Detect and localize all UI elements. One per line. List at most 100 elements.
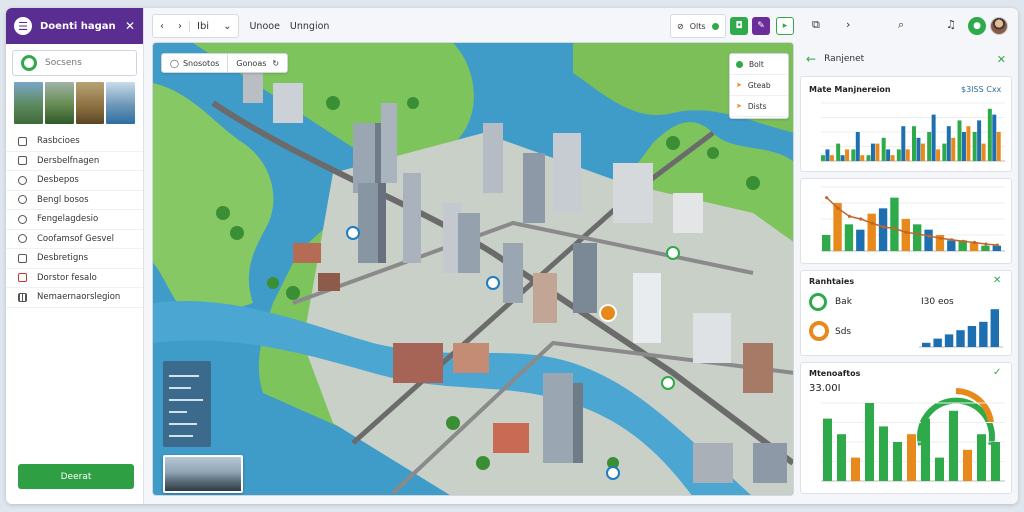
- chart-bar: [866, 155, 871, 161]
- chart-bar: [916, 137, 921, 161]
- chart-bar: [922, 342, 931, 347]
- map-search-b[interactable]: Gonoas ↻: [228, 59, 287, 68]
- chart-bar: [967, 326, 977, 347]
- close-icon[interactable]: ✕: [997, 53, 1006, 66]
- thumbnail-image[interactable]: [75, 82, 105, 124]
- sidebar-primary-button[interactable]: Deerat: [18, 464, 134, 489]
- chart-bar: [836, 143, 841, 161]
- sidebar-item-label: Desbretigns: [37, 253, 89, 264]
- map-layer-item[interactable]: ➤ Gteab: [730, 75, 788, 96]
- card-value: 33.00I: [809, 383, 841, 394]
- chart-point: [995, 243, 999, 247]
- sidebar-search-input[interactable]: [45, 58, 125, 68]
- chart-bar: [907, 434, 916, 481]
- tab-label[interactable]: Ibi: [189, 20, 216, 32]
- analytics-header: ← Ranjenet ✕: [800, 48, 1012, 70]
- sidebar-item[interactable]: Coofamsof Gesvel: [6, 230, 143, 249]
- card-title: Mtenoaftos: [809, 369, 861, 378]
- circle-icon: [18, 175, 27, 185]
- map-layer-item[interactable]: Bolt: [730, 54, 788, 75]
- bar-chart-1: [821, 102, 1005, 162]
- chart-bar: [893, 442, 902, 481]
- chart-card-3: Ranhtaies ✕ Bak Sds I30 eos: [800, 270, 1012, 356]
- frame-icon[interactable]: ⧉: [812, 18, 820, 32]
- avatar[interactable]: [990, 17, 1008, 35]
- chart-bar: [949, 410, 958, 481]
- city-map[interactable]: ◯ Snosotos Gonoas ↻ Bolt ➤ Gteab ➤ Dists: [152, 42, 794, 496]
- sidebar-item[interactable]: Dorstor fesalo: [6, 269, 143, 288]
- chart-bar: [931, 114, 936, 161]
- sidebar-item-label: Bengl bosos: [37, 194, 89, 205]
- chart-bar: [957, 120, 962, 161]
- map-mode-button[interactable]: ◘: [730, 17, 748, 35]
- chart-bar: [870, 143, 875, 161]
- chart-bar: [947, 240, 956, 251]
- card-title: Ranhtaies: [809, 277, 855, 286]
- chart-bar: [927, 132, 932, 161]
- chart-bar: [979, 321, 988, 347]
- play-button[interactable]: ▸: [776, 17, 794, 35]
- sidebar-item[interactable]: Fengelagdesio: [6, 210, 143, 230]
- chart-point: [916, 232, 920, 236]
- sidebar-item[interactable]: Desbepos: [6, 171, 143, 191]
- map-layer-item[interactable]: ➤ Dists: [730, 96, 788, 117]
- sidebar: ☰ Doenti hagan ✕ Rasbcioes Dersbelfnagen…: [6, 8, 144, 504]
- gauge-1: [809, 293, 827, 311]
- chart-point: [847, 214, 852, 218]
- chart-point: [938, 236, 943, 240]
- app-logo-icon: ☰: [14, 17, 32, 35]
- minimap-thumbnail[interactable]: [163, 455, 243, 493]
- sidebar-item[interactable]: Dersbelfnagen: [6, 152, 143, 171]
- close-icon[interactable]: ✕: [993, 275, 1001, 286]
- chart-bar: [956, 330, 965, 347]
- back-button[interactable]: ‹: [153, 21, 171, 32]
- bar-chart-4: [821, 402, 1005, 482]
- sidebar-item-label: Fengelagdesio: [37, 214, 99, 225]
- chart-bar: [901, 219, 910, 251]
- chart-bar: [913, 224, 922, 251]
- status-pill-label: Olts: [689, 21, 706, 31]
- thumbnail-image[interactable]: [14, 82, 43, 124]
- chart-bar: [867, 213, 876, 251]
- chart-bar: [921, 418, 930, 481]
- forward-button[interactable]: ›: [171, 21, 189, 32]
- sidebar-item[interactable]: Desbretigns: [6, 249, 143, 269]
- status-pill[interactable]: ⊘ Olts: [670, 14, 726, 38]
- map-legend: [163, 361, 211, 447]
- map-search-a[interactable]: ◯ Snosotos: [162, 54, 229, 72]
- chevron-down-icon[interactable]: ⌄: [216, 21, 238, 32]
- sidebar-item-label: Rasbcioes: [37, 136, 80, 147]
- card-title: Mate Manjnereion: [809, 85, 891, 94]
- chart-bar: [896, 149, 901, 161]
- close-icon[interactable]: ✕: [125, 19, 135, 33]
- check-icon[interactable]: ✓: [993, 367, 1001, 378]
- sidebar-menu: Rasbcioes Dersbelfnagen Desbepos Bengl b…: [6, 132, 143, 308]
- chart-card-4: Mtenoaftos 33.00I ✓: [800, 362, 1012, 494]
- sidebar-item[interactable]: Rasbcioes: [6, 132, 143, 152]
- chart-bar: [890, 155, 895, 161]
- thumbnail-image[interactable]: [44, 82, 74, 124]
- chart-bar: [840, 155, 845, 161]
- edit-mode-button[interactable]: ✎: [752, 17, 770, 35]
- search-icon[interactable]: ⌕: [898, 18, 904, 32]
- map-search-bar[interactable]: ◯ Snosotos Gonoas ↻: [161, 53, 289, 73]
- chart-bar: [823, 418, 832, 481]
- user-status-icon[interactable]: ●: [968, 17, 986, 35]
- thumbnail-image[interactable]: [106, 82, 135, 124]
- sidebar-title: Doenti hagan: [40, 20, 116, 32]
- sidebar-item[interactable]: Nemaernaorslegion: [6, 288, 143, 308]
- chart-bar: [991, 442, 1000, 481]
- layers-icon: [18, 136, 27, 146]
- bell-icon[interactable]: ♫: [946, 18, 956, 31]
- list-icon: [18, 156, 27, 166]
- sidebar-search[interactable]: [12, 50, 137, 76]
- chart-bar: [912, 126, 916, 161]
- chart-bar: [944, 334, 954, 347]
- legend-line: [169, 387, 191, 389]
- chevron-right-icon[interactable]: ›: [846, 18, 850, 31]
- back-arrow-icon[interactable]: ←: [806, 52, 816, 66]
- chart-bar: [901, 126, 906, 161]
- sidebar-item[interactable]: Bengl bosos: [6, 191, 143, 210]
- arrow-right-icon: ➤: [736, 81, 742, 89]
- chart-bar: [933, 338, 942, 347]
